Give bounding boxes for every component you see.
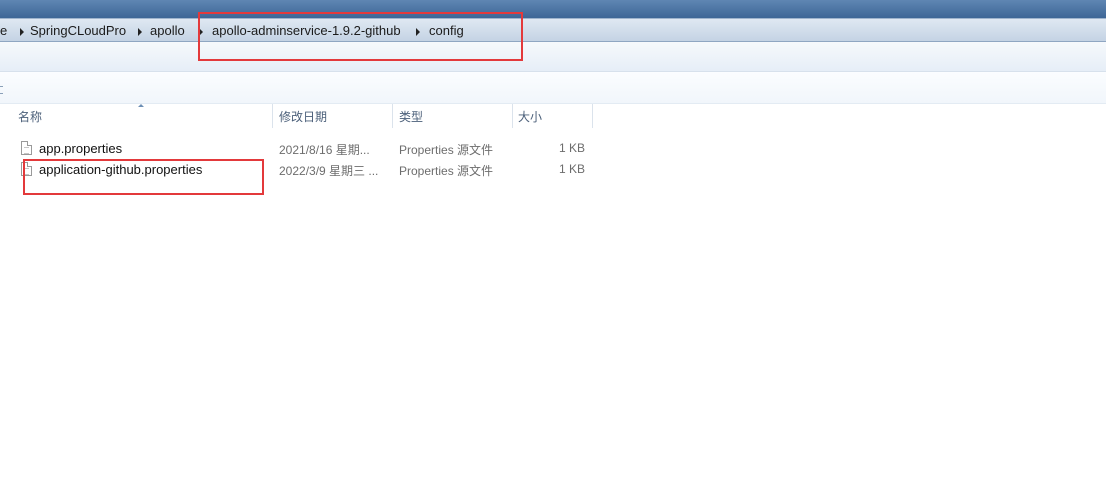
file-name[interactable]: app.properties <box>39 141 122 156</box>
column-divider[interactable] <box>512 104 513 128</box>
column-header-date[interactable]: 修改日期 <box>279 108 327 128</box>
pane-edge-marker <box>0 86 3 94</box>
breadcrumb-apollo[interactable]: apollo <box>150 23 185 38</box>
column-header-size[interactable]: 大小 <box>518 108 542 128</box>
breadcrumb-partial[interactable]: e <box>0 23 7 38</box>
file-name[interactable]: application-github.properties <box>39 162 202 177</box>
column-divider[interactable] <box>272 104 273 128</box>
breadcrumb-apollo-adminservice[interactable]: apollo-adminservice-1.9.2-github <box>212 23 401 38</box>
column-divider[interactable] <box>592 104 593 128</box>
file-row[interactable]: app.properties 2021/8/16 星期... Propertie… <box>0 139 600 160</box>
chevron-right-icon[interactable] <box>138 28 142 36</box>
column-header-type[interactable]: 类型 <box>399 108 423 128</box>
breadcrumb-config[interactable]: config <box>429 23 464 38</box>
column-divider[interactable] <box>392 104 393 128</box>
file-date: 2022/3/9 星期三 ... <box>279 164 379 178</box>
file-date: 2021/8/16 星期... <box>279 143 370 157</box>
file-type: Properties 源文件 <box>399 143 494 157</box>
window-title-band <box>0 0 1106 18</box>
file-row[interactable]: application-github.properties 2022/3/9 星… <box>0 160 600 181</box>
address-bar[interactable]: e SpringCLoudPro apollo apollo-adminserv… <box>0 18 1106 42</box>
file-size: 1 KB <box>558 162 585 176</box>
chevron-right-icon[interactable] <box>199 28 203 36</box>
file-icon <box>21 141 32 155</box>
chevron-right-icon[interactable] <box>20 28 24 36</box>
chevron-right-icon[interactable] <box>416 28 420 36</box>
file-type: Properties 源文件 <box>399 164 494 178</box>
file-size: 1 KB <box>558 141 585 155</box>
sort-up-icon <box>138 104 144 107</box>
column-header-name[interactable]: 名称 <box>18 108 42 128</box>
navigation-strip <box>0 72 1106 104</box>
command-toolbar <box>0 42 1106 72</box>
breadcrumb-springcloudpro[interactable]: SpringCLoudPro <box>30 23 126 38</box>
file-icon <box>21 162 32 176</box>
